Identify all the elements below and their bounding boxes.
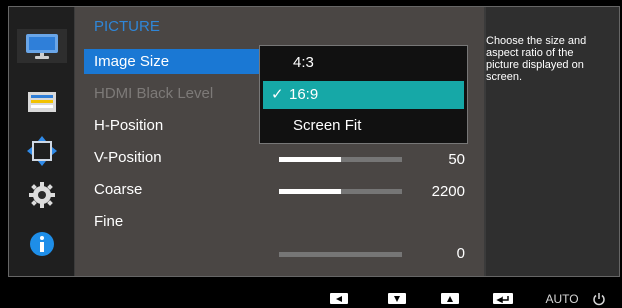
- dropdown-option-4-3[interactable]: 4:3: [263, 49, 464, 77]
- down-arrow-icon: [388, 293, 406, 304]
- icon-rail: [9, 7, 74, 276]
- resize-icon: [27, 136, 57, 166]
- picture-menu-icon[interactable]: [17, 29, 67, 63]
- enter-icon: [493, 293, 513, 304]
- power-button[interactable]: [591, 289, 607, 308]
- info-icon: [30, 232, 54, 256]
- enter-button[interactable]: [493, 289, 513, 308]
- information-menu-icon[interactable]: [17, 227, 67, 261]
- power-icon: [593, 292, 605, 305]
- menu-item-label: Fine: [94, 213, 124, 230]
- image-size-dropdown: 4:3 ✓ 16:9 Screen Fit: [259, 45, 468, 144]
- fine-value: 0: [456, 245, 465, 262]
- help-line: Choose the size and: [486, 35, 587, 47]
- button-guide: AUTO: [0, 289, 622, 308]
- monitor-icon: [26, 34, 58, 59]
- slider-fill: [279, 189, 341, 194]
- color-bars-icon: [28, 92, 56, 112]
- settings-icon: [29, 182, 55, 208]
- v-position-value: 50: [448, 151, 465, 168]
- check-icon: ✓: [271, 86, 284, 103]
- menu-item-label: H-Position: [94, 117, 164, 134]
- size-position-menu-icon[interactable]: [17, 134, 67, 168]
- left-arrow-icon: [330, 293, 348, 304]
- menu-item-label: Coarse: [94, 181, 143, 198]
- menu-item-label: HDMI Black Level: [94, 85, 214, 102]
- color-menu-icon[interactable]: [17, 85, 67, 119]
- slider-fill: [279, 157, 341, 162]
- up-arrow-icon: [441, 293, 459, 304]
- help-panel: Choose the size and aspect ratio of the …: [486, 7, 619, 276]
- dropdown-option-label: 16:9: [289, 86, 319, 103]
- auto-button[interactable]: AUTO: [543, 289, 581, 308]
- menu-item-label: V-Position: [94, 149, 162, 166]
- auto-label: AUTO: [545, 291, 579, 306]
- menu-item-fine[interactable]: Fine: [84, 209, 478, 234]
- menu-title: PICTURE: [94, 18, 160, 35]
- dropdown-option-16-9[interactable]: ✓ 16:9: [263, 81, 464, 109]
- help-line: screen.: [486, 71, 523, 83]
- menu-item-label: Image Size: [94, 53, 170, 70]
- up-button[interactable]: [441, 289, 459, 308]
- dropdown-option-screen-fit[interactable]: Screen Fit: [263, 112, 464, 140]
- settings-menu-icon[interactable]: [17, 178, 67, 212]
- menu-item-image-size[interactable]: Image Size: [84, 49, 264, 74]
- left-button[interactable]: [330, 289, 348, 308]
- down-button[interactable]: [388, 289, 406, 308]
- help-line: picture displayed on: [486, 59, 584, 71]
- help-line: aspect ratio of the: [486, 47, 574, 59]
- dropdown-option-label: Screen Fit: [293, 117, 362, 134]
- coarse-slider[interactable]: [279, 189, 402, 194]
- v-position-slider[interactable]: [279, 157, 402, 162]
- coarse-value: 2200: [431, 183, 465, 200]
- dropdown-option-label: 4:3: [293, 54, 314, 71]
- fine-slider[interactable]: [279, 252, 402, 257]
